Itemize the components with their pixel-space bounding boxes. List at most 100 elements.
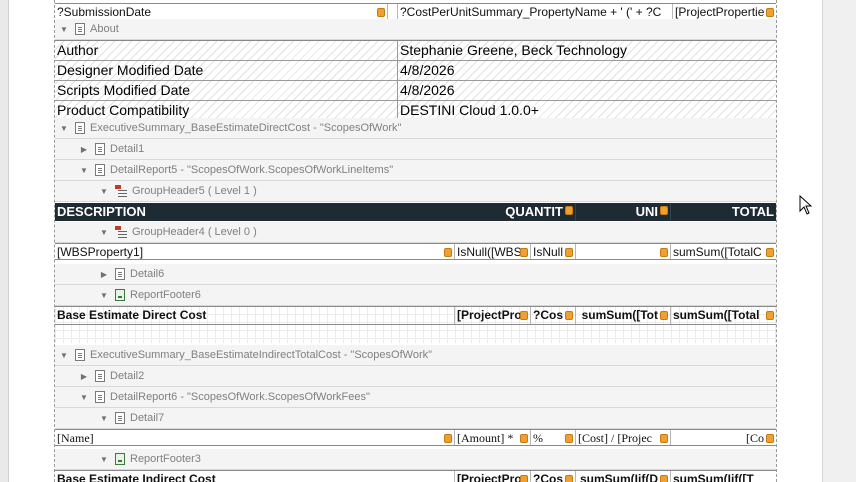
header-text: QUANTIT <box>505 204 563 219</box>
smart-tag-icon[interactable] <box>520 248 528 257</box>
collapse-arrow-icon[interactable]: ▼ <box>99 455 109 464</box>
band-exec-summary-indirect[interactable]: ▼ ExecutiveSummary_BaseEstimateIndirectT… <box>55 345 776 366</box>
report-design-surface[interactable]: ?SubmissionDate ?CostPerUnitSummary_Prop… <box>54 0 777 482</box>
smart-tag-icon[interactable] <box>377 8 385 17</box>
about-row-author[interactable]: Author Stephanie Greene, Beck Technology <box>55 41 776 61</box>
collapse-arrow-icon[interactable]: ▼ <box>59 351 69 360</box>
header-description[interactable]: DESCRIPTION <box>55 203 455 221</box>
smart-tag-icon[interactable] <box>660 434 668 443</box>
collapse-arrow-icon[interactable]: ▼ <box>79 393 89 402</box>
collapse-arrow-icon[interactable]: ▼ <box>99 291 109 300</box>
band-icon <box>75 122 85 134</box>
about-value: 4/8/2026 <box>400 62 455 78</box>
about-key: Designer Modified Date <box>55 61 398 80</box>
band-detail2[interactable]: ▶ Detail2 <box>55 366 776 387</box>
spacer-cell <box>388 4 398 19</box>
fee-cost-field[interactable]: [Cost] / [Projec <box>576 430 671 445</box>
fee-total-field[interactable]: [Co <box>671 430 776 445</box>
cost-per-unit-field[interactable]: ?CostPerUnitSummary_PropertyName + ' (' … <box>398 4 673 19</box>
direct-cos-field[interactable]: ?Cos <box>531 307 576 324</box>
smart-tag-icon[interactable] <box>565 206 573 215</box>
band-icon <box>75 23 85 35</box>
about-row-scripts-date[interactable]: Scripts Modified Date 4/8/2026 <box>55 81 776 101</box>
band-detail7[interactable]: ▼ Detail7 <box>55 408 776 429</box>
collapse-arrow-icon[interactable]: ▼ <box>99 414 109 423</box>
indirect-project-field[interactable]: [ProjectPro <box>455 471 531 482</box>
smart-tag-icon[interactable] <box>660 475 668 482</box>
wbs-unit-field[interactable] <box>576 244 671 259</box>
band-detailreport5[interactable]: ▼ DetailReport5 - "ScopesOfWork.ScopesOf… <box>55 160 776 181</box>
expand-arrow-icon[interactable]: ▶ <box>79 145 89 154</box>
direct-project-field[interactable]: [ProjectPro <box>455 307 531 324</box>
band-groupheader5[interactable]: ▼ GroupHeader5 ( Level 1 ) <box>55 181 776 202</box>
band-about[interactable]: ▼ About <box>55 19 776 40</box>
smart-tag-icon[interactable] <box>520 475 528 482</box>
band-label: Detail7 <box>130 412 165 424</box>
band-icon <box>95 164 105 176</box>
indirect-cos-field[interactable]: ?Cos <box>531 471 576 482</box>
report-footer-icon <box>115 289 125 301</box>
collapse-arrow-icon[interactable]: ▼ <box>59 124 69 133</box>
fee-percent-field[interactable]: % <box>531 430 576 445</box>
collapse-arrow-icon[interactable]: ▼ <box>99 228 109 237</box>
band-label: ExecutiveSummary_BaseEstimateDirectCost … <box>90 122 402 134</box>
vertical-scrollbar[interactable] <box>822 0 856 482</box>
smart-tag-icon[interactable] <box>565 475 573 482</box>
field-text: sumSum(Iif(D <box>580 472 658 482</box>
field-text: IsNull([WBS <box>457 245 522 259</box>
smart-tag-icon[interactable] <box>444 248 452 257</box>
smart-tag-icon[interactable] <box>565 311 573 320</box>
indirect-sum-field[interactable]: sumSum(Iif(D <box>576 471 671 482</box>
project-properties-field[interactable]: [ProjectPropertie <box>673 4 776 19</box>
smart-tag-icon[interactable] <box>660 311 668 320</box>
submission-date-field[interactable]: ?SubmissionDate <box>55 4 388 19</box>
field-text: Base Estimate Direct Cost <box>57 308 207 322</box>
band-detail6[interactable]: ▶ Detail6 <box>55 264 776 285</box>
expand-arrow-icon[interactable]: ▶ <box>99 270 109 279</box>
direct-cost-label[interactable]: Base Estimate Direct Cost <box>55 307 455 324</box>
smart-tag-icon[interactable] <box>766 8 774 17</box>
header-quantity[interactable]: QUANTIT <box>455 203 576 221</box>
band-exec-summary-direct[interactable]: ▼ ExecutiveSummary_BaseEstimateDirectCos… <box>55 118 776 139</box>
smart-tag-icon[interactable] <box>565 248 573 257</box>
smart-tag-icon[interactable] <box>766 434 774 443</box>
wbs-isnull2-field[interactable]: IsNull <box>531 244 576 259</box>
band-detailreport6[interactable]: ▼ DetailReport6 - "ScopesOfWork.ScopesOf… <box>55 387 776 408</box>
collapse-arrow-icon[interactable]: ▼ <box>99 187 109 196</box>
smart-tag-icon[interactable] <box>660 248 668 257</box>
direct-total-field[interactable]: sumSum([Total <box>671 307 776 324</box>
field-text: sumSum(Iif([T <box>673 472 754 482</box>
fee-amount-field[interactable]: [Amount] * <box>455 430 531 445</box>
about-row-designer-date[interactable]: Designer Modified Date 4/8/2026 <box>55 61 776 81</box>
wbs-total-field[interactable]: sumSum([TotalC <box>671 244 776 259</box>
band-reportfooter6[interactable]: ▼ ReportFooter6 <box>55 285 776 306</box>
smart-tag-icon[interactable] <box>444 434 452 443</box>
collapse-arrow-icon[interactable]: ▼ <box>59 25 69 34</box>
indirect-total-field[interactable]: sumSum(Iif([T <box>671 471 776 482</box>
right-margin <box>776 0 824 482</box>
smart-tag-icon[interactable] <box>766 248 774 257</box>
indirect-cost-label[interactable]: Base Estimate Indirect Cost <box>55 471 455 482</box>
smart-tag-icon[interactable] <box>660 206 668 215</box>
header-total[interactable]: TOTAL <box>671 203 776 221</box>
band-detail1[interactable]: ▶ Detail1 <box>55 139 776 160</box>
field-text: [Cost] / [Projec <box>578 431 652 445</box>
collapse-arrow-icon[interactable]: ▼ <box>79 166 89 175</box>
band-reportfooter3[interactable]: ▼ ReportFooter3 <box>55 449 776 470</box>
smart-tag-icon[interactable] <box>520 434 528 443</box>
wbs-isnull-field[interactable]: IsNull([WBS <box>455 244 531 259</box>
band-groupheader4[interactable]: ▼ GroupHeader4 ( Level 0 ) <box>55 222 776 243</box>
band-label: ExecutiveSummary_BaseEstimateIndirectTot… <box>90 349 433 361</box>
direct-sum-field[interactable]: sumSum([Tot <box>576 307 671 324</box>
smart-tag-icon[interactable] <box>766 311 774 320</box>
fee-name-field[interactable]: [Name] <box>55 430 455 445</box>
column-header-bar: DESCRIPTION QUANTIT UNI TOTAL <box>55 203 776 221</box>
field-text: ?SubmissionDate <box>57 5 152 19</box>
about-value: 4/8/2026 <box>400 82 455 98</box>
wbs-property-field[interactable]: [WBSProperty1] <box>55 244 455 259</box>
smart-tag-icon[interactable] <box>520 311 528 320</box>
header-unit[interactable]: UNI <box>576 203 671 221</box>
band-icon <box>115 412 125 424</box>
smart-tag-icon[interactable] <box>565 434 573 443</box>
expand-arrow-icon[interactable]: ▶ <box>79 372 89 381</box>
